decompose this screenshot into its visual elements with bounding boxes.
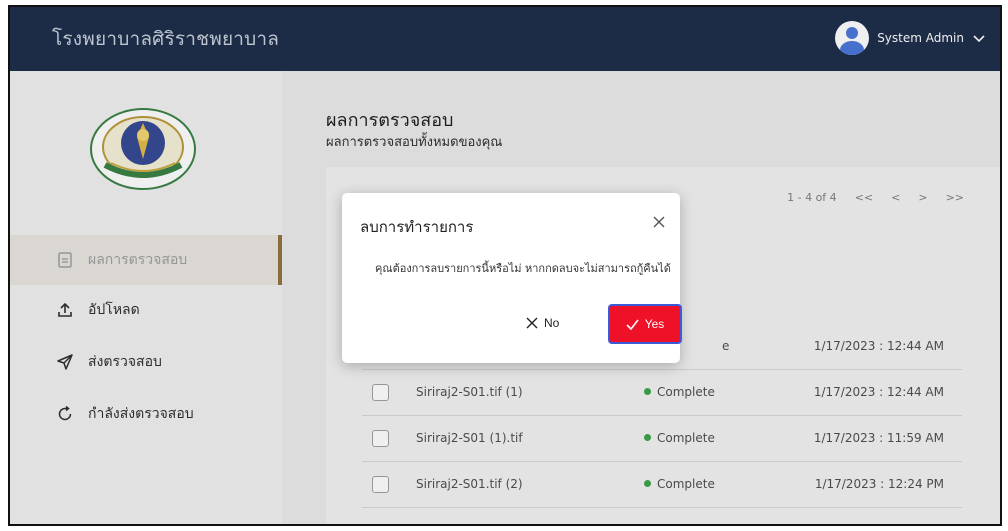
no-button-label: No (544, 316, 560, 330)
no-button[interactable]: No (526, 308, 559, 338)
close-icon[interactable] (652, 215, 666, 229)
dialog-message: คุณต้องการลบรายการนี้หรือไม่ หากกดลบจะไม… (375, 262, 671, 275)
yes-button[interactable]: Yes (608, 304, 682, 344)
app-window: โรงพยาบาลศิริราชพยาบาล System Admin ผลกา… (8, 5, 1002, 526)
check-icon (626, 319, 639, 330)
yes-button-label: Yes (644, 317, 665, 331)
close-icon (526, 317, 538, 329)
delete-confirm-dialog: ลบการทำรายการ คุณต้องการลบรายการนี้หรือไ… (342, 193, 682, 363)
dialog-title: ลบการทำรายการ (360, 218, 474, 236)
